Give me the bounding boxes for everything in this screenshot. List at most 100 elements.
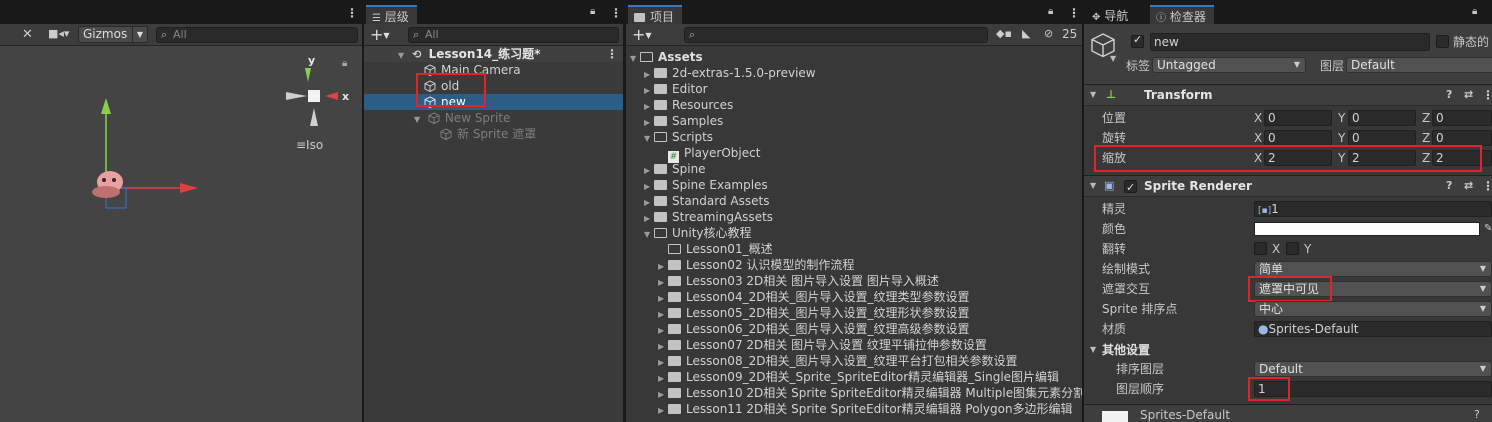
folder-item[interactable]: ▶ Samples — [626, 113, 1082, 129]
more-icon[interactable]: ⋮ — [1482, 176, 1492, 196]
folder-item[interactable]: ▶ Resources — [626, 97, 1082, 113]
lock-icon[interactable]: 🔒︎ — [1048, 6, 1053, 17]
eyedropper-icon[interactable]: ✎ — [1484, 219, 1492, 239]
sort-point-row: Sprite 排序点 中心 ▼ — [1084, 299, 1492, 319]
tag-dropdown[interactable]: Untagged ▼ — [1152, 57, 1306, 73]
gizmos-dropdown[interactable]: Gizmos ▼ — [78, 26, 148, 43]
sprite-field[interactable]: [▪]1 — [1254, 201, 1492, 217]
fold-icon[interactable]: ▼ — [1090, 85, 1096, 105]
orientation-gizmo[interactable]: y x 🔒︎ — [278, 52, 358, 132]
folder-item[interactable]: ▶ Lesson06_2D相关_图片导入设置_纹理高级参数设置 — [626, 321, 1082, 337]
folder-item[interactable]: ▶ Spine — [626, 161, 1082, 177]
chevron-down-icon[interactable]: ▼ — [1110, 54, 1116, 63]
tools-icon[interactable]: ✕ — [22, 27, 33, 42]
sprite-renderer-header[interactable]: ▼ ▣ Sprite Renderer ? ⇄ ⋮ — [1084, 175, 1492, 198]
scale-z-field[interactable]: 2 — [1432, 150, 1492, 166]
folder-assets[interactable]: ▼ Assets — [626, 49, 1082, 65]
scene-more-icon[interactable]: ⋮ — [606, 46, 618, 62]
scene-search-input[interactable]: ⌕ All — [156, 27, 358, 43]
help-icon[interactable]: ? — [1446, 176, 1452, 196]
fold-icon[interactable]: ▼ — [1090, 340, 1096, 360]
folder-item[interactable]: Lesson01_概述 — [626, 241, 1082, 257]
lock-icon[interactable]: 🔒︎ — [1472, 6, 1477, 17]
material-field[interactable]: ●Sprites-Default — [1254, 321, 1492, 337]
camera-icon[interactable]: ■◂▾ — [48, 27, 69, 40]
folder-item[interactable]: ▶ Standard Assets — [626, 193, 1082, 209]
folder-item[interactable]: ▶ Lesson10 2D相关 Sprite SpriteEditor精灵编辑器 … — [626, 385, 1082, 401]
scale-y-field[interactable]: 2 — [1348, 150, 1416, 166]
flip-y-checkbox[interactable] — [1286, 242, 1299, 255]
project-more-icon[interactable]: ⋮ — [1068, 6, 1080, 20]
folder-item[interactable]: ▶ Lesson09_2D相关_Sprite_SpriteEditor精灵编辑器_… — [626, 369, 1082, 385]
hierarchy-item-new-sprite[interactable]: ▼ New Sprite — [364, 110, 623, 126]
preset-icon[interactable]: ⇄ — [1464, 85, 1473, 105]
rotation-y-field[interactable]: 0 — [1348, 130, 1416, 146]
lock-icon[interactable]: 🔒︎ — [590, 6, 595, 17]
static-checkbox[interactable] — [1436, 35, 1449, 48]
more-icon[interactable]: ⋮ — [1482, 85, 1492, 105]
filter-by-type-icon[interactable]: ◆▪ — [996, 27, 1012, 40]
scene-more-icon[interactable]: ⋮ — [346, 6, 358, 20]
iso-label[interactable]: ≡Iso — [296, 138, 323, 152]
hierarchy-item-main-camera[interactable]: Main Camera — [364, 62, 623, 78]
position-y-field[interactable]: 0 — [1348, 110, 1416, 126]
folder-item[interactable]: ▶ 2d-extras-1.5.0-preview — [626, 65, 1082, 81]
hierarchy-item-sprite-mask[interactable]: 新 Sprite 遮罩 — [364, 126, 623, 142]
panel-divider[interactable] — [362, 0, 364, 422]
mask-interaction-dropdown[interactable]: 遮罩中可见 ▼ — [1254, 281, 1492, 297]
hidden-packages-icon[interactable]: ⊘ — [1044, 27, 1053, 40]
hierarchy-item-new[interactable]: new — [364, 94, 623, 110]
add-button[interactable]: +▼ — [370, 25, 390, 44]
expand-icon[interactable]: ▶ — [658, 403, 668, 419]
folder-item[interactable]: ▶ StreamingAssets — [626, 209, 1082, 225]
scale-x-field[interactable]: 2 — [1264, 150, 1332, 166]
help-icon[interactable]: ? — [1474, 408, 1480, 421]
hierarchy-item-old[interactable]: old — [364, 78, 623, 94]
preset-icon[interactable]: ⇄ — [1464, 176, 1473, 196]
tab-project[interactable]: 项目 — [628, 5, 683, 24]
folder-item[interactable]: ▶ Spine Examples — [626, 177, 1082, 193]
folder-item[interactable]: ▼ Unity核心教程 — [626, 225, 1082, 241]
move-tool-handle[interactable] — [60, 90, 260, 230]
folder-item[interactable]: ▶ Lesson11 2D相关 Sprite SpriteEditor精灵编辑器 … — [626, 401, 1082, 417]
folder-item[interactable]: ▶ Lesson07 2D相关 图片导入设置 纹理平铺拉伸参数设置 — [626, 337, 1082, 353]
folder-item[interactable]: ▶ Lesson04_2D相关_图片导入设置_纹理类型参数设置 — [626, 289, 1082, 305]
fold-icon[interactable]: ▼ — [1090, 176, 1096, 196]
position-z-field[interactable]: 0 — [1432, 110, 1492, 126]
flip-x-checkbox[interactable] — [1254, 242, 1267, 255]
folder-item[interactable]: ▶ Editor — [626, 81, 1082, 97]
object-name-field[interactable]: new — [1150, 33, 1430, 51]
draw-mode-dropdown[interactable]: 简单 ▼ — [1254, 261, 1492, 277]
asset-item[interactable]: # PlayerObject — [626, 145, 1082, 163]
scale-x-value: 2 — [1268, 151, 1276, 165]
hierarchy-search-input[interactable]: ⌕ All — [408, 27, 619, 43]
additional-settings-row[interactable]: ▼ 其他设置 — [1084, 340, 1492, 360]
folder-item[interactable]: ▶ Lesson02 认识模型的制作流程 — [626, 257, 1082, 273]
hierarchy-more-icon[interactable]: ⋮ — [610, 6, 622, 20]
active-checkbox[interactable] — [1131, 33, 1144, 48]
scene-root-row[interactable]: ▼ ⟲ Lesson14_练习题* ⋮ — [364, 46, 623, 62]
tab-hierarchy[interactable]: ☰ 层级 — [366, 5, 417, 24]
rotation-x-field[interactable]: 0 — [1264, 130, 1332, 146]
folder-item[interactable]: ▶ Lesson03 2D相关 图片导入设置 图片导入概述 — [626, 273, 1082, 289]
add-button[interactable]: +▼ — [632, 25, 652, 44]
panel-divider[interactable] — [623, 0, 626, 422]
order-in-layer-field[interactable]: 1 — [1254, 381, 1492, 397]
color-swatch[interactable] — [1254, 222, 1480, 236]
folder-item[interactable]: ▶ Lesson08_2D相关_图片导入设置_纹理平台打包相关参数设置 — [626, 353, 1082, 369]
rotation-z-field[interactable]: 0 — [1432, 130, 1492, 146]
folder-item[interactable]: ▶ Lesson05_2D相关_图片导入设置_纹理形状参数设置 — [626, 305, 1082, 321]
sprite-renderer-enabled-checkbox[interactable] — [1124, 178, 1137, 198]
tab-inspector[interactable]: ⓘ 检查器 — [1150, 5, 1214, 24]
panel-divider[interactable] — [1082, 0, 1084, 422]
layer-dropdown[interactable]: Default — [1346, 57, 1492, 73]
position-x-field[interactable]: 0 — [1264, 110, 1332, 126]
folder-item[interactable]: ▼ Scripts — [626, 129, 1082, 145]
project-search-input[interactable]: ⌕ — [684, 27, 988, 43]
help-icon[interactable]: ? — [1446, 85, 1452, 105]
sorting-layer-dropdown[interactable]: Default ▼ — [1254, 361, 1492, 377]
transform-header[interactable]: ▼ ⊥ Transform ? ⇄ ⋮ — [1084, 84, 1492, 106]
sort-point-dropdown[interactable]: 中心 ▼ — [1254, 301, 1492, 317]
label-icon[interactable]: ◣ — [1022, 27, 1030, 40]
tab-navigation[interactable]: ✥ 导航 — [1086, 5, 1136, 24]
